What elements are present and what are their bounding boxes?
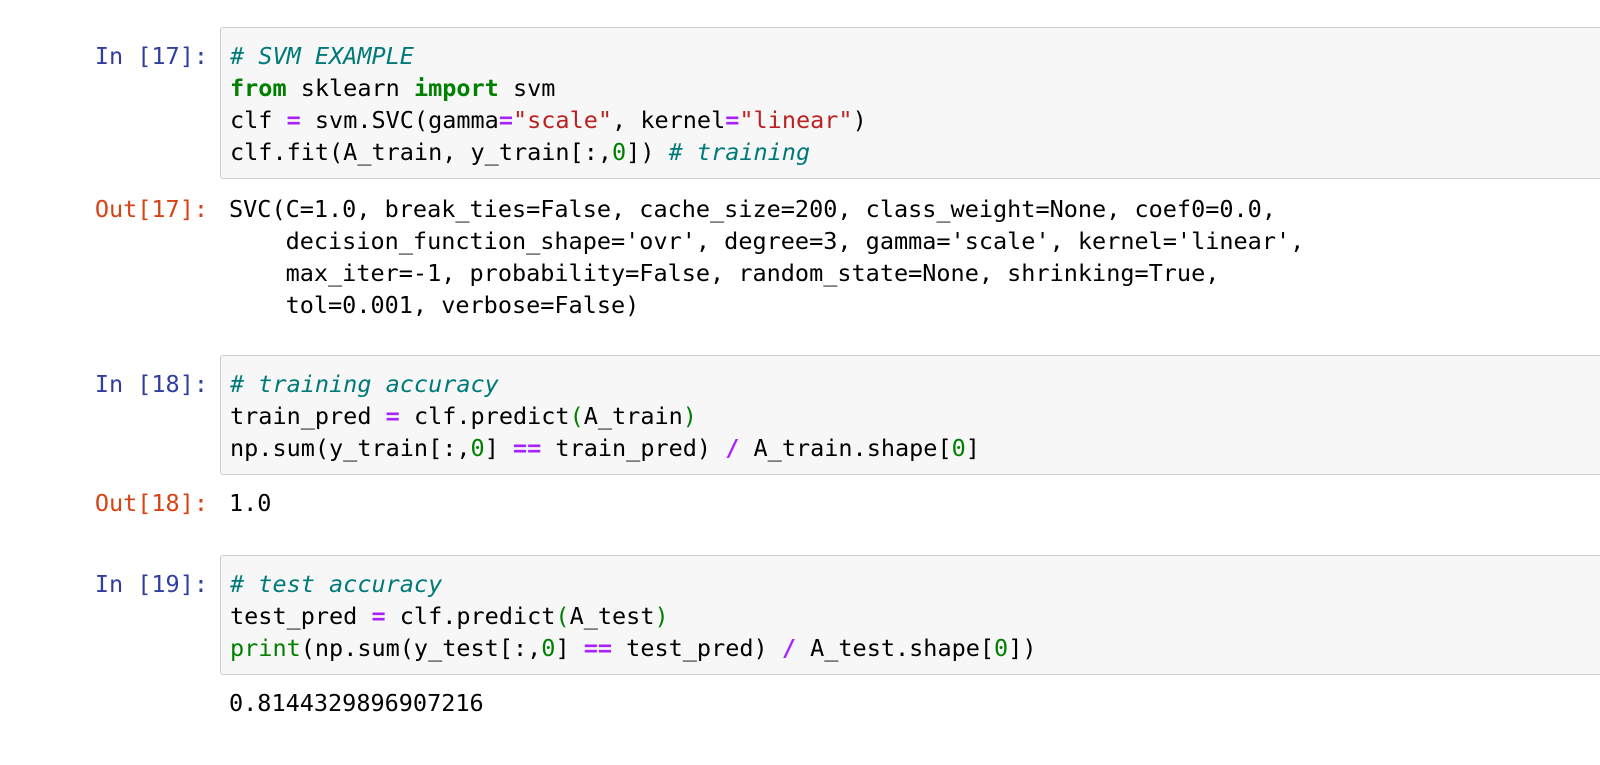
output-line: 1.0 <box>229 489 272 517</box>
code-token: # training accuracy <box>230 370 499 398</box>
code-token: = <box>725 106 740 134</box>
code-token: test_pred) <box>612 634 782 662</box>
code-editor[interactable]: # test accuracy test_pred = clf.predict(A… <box>220 555 1600 675</box>
code-token: svm.SVC(gamma <box>300 106 499 134</box>
code-token: ] <box>484 434 513 462</box>
output-line: SVC(C=1.0, break_ties=False, cache_size=… <box>229 195 1276 223</box>
code-token: clf.predict <box>399 402 570 430</box>
code-token: ] <box>555 634 584 662</box>
output-line: max_iter=-1, probability=False, random_s… <box>229 259 1220 287</box>
code-token: train_pred <box>230 402 386 430</box>
code-token: = <box>498 106 513 134</box>
code-token: == <box>512 434 542 462</box>
input-prompt: In [17]: <box>94 42 208 70</box>
code-token: # test accuracy <box>230 570 443 598</box>
code-token: 0 <box>994 634 1009 662</box>
code-line: # SVM EXAMPLE <box>230 40 1600 72</box>
code-token: ]) <box>626 138 669 166</box>
input-prompt: In [18]: <box>94 370 208 398</box>
cell-output: 1.0 <box>229 487 1589 519</box>
code-token: ] <box>965 434 980 462</box>
code-line: np.sum(y_train[:,0] == train_pred) / A_t… <box>230 432 1600 464</box>
code-token: = <box>286 106 301 134</box>
code-token: / <box>781 634 796 662</box>
code-token: svm <box>498 74 556 102</box>
code-token: A_test.shape[ <box>795 634 995 662</box>
code-line: # test accuracy <box>230 568 1600 600</box>
code-token: np.sum(y_train[:, <box>230 434 471 462</box>
code-token: A_test <box>569 602 655 630</box>
code-token: 0 <box>612 138 627 166</box>
code-token: from <box>230 74 287 102</box>
output-line: tol=0.001, verbose=False) <box>229 291 640 319</box>
output-line: decision_function_shape='ovr', degree=3,… <box>229 227 1305 255</box>
code-token: / <box>725 434 740 462</box>
code-token: = <box>385 402 400 430</box>
code-line: # training accuracy <box>230 368 1600 400</box>
code-token: , kernel <box>612 106 726 134</box>
code-token: ( <box>569 402 584 430</box>
code-token: 0 <box>470 434 485 462</box>
code-token: == <box>583 634 613 662</box>
code-token: sklearn <box>286 74 414 102</box>
code-line: clf.fit(A_train, y_train[:,0]) # trainin… <box>230 136 1600 168</box>
code-line: print(np.sum(y_test[:,0] == test_pred) /… <box>230 632 1600 664</box>
code-token: # training <box>668 138 811 166</box>
cell-output: 0.8144329896907216 <box>229 687 1589 719</box>
cell-output: SVC(C=1.0, break_ties=False, cache_size=… <box>229 193 1589 321</box>
code-token: 0 <box>541 634 556 662</box>
code-line: clf = svm.SVC(gamma="scale", kernel="lin… <box>230 104 1600 136</box>
code-token: # SVM EXAMPLE <box>230 42 414 70</box>
input-prompt: In [19]: <box>94 570 208 598</box>
code-token: clf <box>230 106 287 134</box>
code-line: test_pred = clf.predict(A_test) <box>230 600 1600 632</box>
output-line: 0.8144329896907216 <box>229 689 484 717</box>
code-token: ) <box>682 402 697 430</box>
code-line: train_pred = clf.predict(A_train) <box>230 400 1600 432</box>
code-token: 0 <box>951 434 966 462</box>
code-token: clf.predict <box>385 602 556 630</box>
code-token: clf.fit(A_train, y_train[:, <box>230 138 613 166</box>
code-editor[interactable]: # training accuracy train_pred = clf.pred… <box>220 355 1600 475</box>
code-token: = <box>371 602 386 630</box>
code-token: ) <box>852 106 867 134</box>
code-token: "scale" <box>512 106 613 134</box>
code-token: "linear" <box>739 106 853 134</box>
code-token: ) <box>654 602 669 630</box>
code-line: from sklearn import svm <box>230 72 1600 104</box>
output-prompt: Out[18]: <box>94 489 208 517</box>
code-token: A_train.shape[ <box>739 434 952 462</box>
code-token: print <box>230 634 301 662</box>
code-editor[interactable]: # SVM EXAMPLE from sklearn import svm clf … <box>220 27 1600 179</box>
output-prompt: Out[17]: <box>94 195 208 223</box>
code-token: A_train <box>583 402 683 430</box>
code-token: test_pred <box>230 602 372 630</box>
code-token: ]) <box>1008 634 1037 662</box>
code-token: import <box>413 74 499 102</box>
code-token: train_pred) <box>541 434 726 462</box>
code-token: (np.sum(y_test[:, <box>300 634 542 662</box>
code-token: ( <box>555 602 570 630</box>
